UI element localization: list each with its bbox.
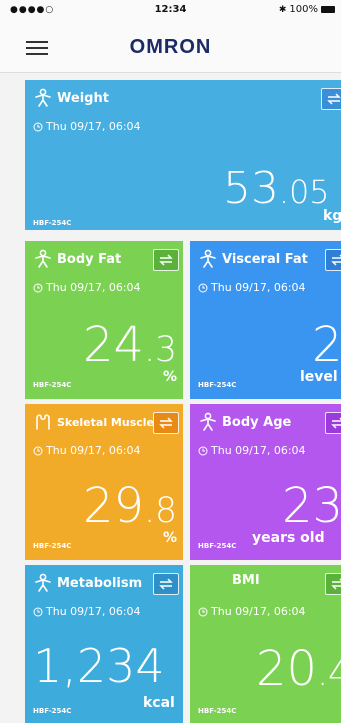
device-model: HBF-254C [198, 707, 237, 715]
brand-logo: OMRON [129, 36, 212, 58]
swap-button[interactable] [325, 249, 341, 271]
measurement-value: 24.3 [83, 321, 177, 369]
swap-arrows-icon [331, 578, 341, 590]
tile-title: Metabolism [57, 575, 143, 591]
swap-arrows-icon [159, 254, 173, 266]
bluetooth-icon: ✱ [278, 4, 287, 15]
body-age-tile[interactable]: Body Age Thu 09/17, 06:04 23 years old H… [190, 404, 341, 560]
device-model: HBF-254C [33, 707, 72, 715]
person-icon [35, 88, 51, 107]
measurement-value: 23 [282, 482, 341, 530]
swap-button[interactable] [325, 573, 341, 595]
tile-timestamp: Thu 09/17, 06:04 [211, 444, 306, 457]
weight-tile[interactable]: Weight Thu 09/17, 06:04 53.05 kg HBF-254… [25, 80, 341, 230]
clock-icon [33, 283, 43, 292]
swap-arrows-icon [327, 93, 341, 105]
tile-title: Skeletal Muscle [57, 415, 154, 429]
visceral-fat-tile[interactable]: Visceral Fat Thu 09/17, 06:04 2 level HB… [190, 241, 341, 399]
person-icon [200, 249, 216, 268]
device-model: HBF-254C [198, 542, 237, 550]
tile-timestamp: Thu 09/17, 06:04 [46, 120, 141, 133]
clock-icon [198, 283, 208, 292]
measurement-unit: level [300, 369, 338, 385]
tile-title: Body Age [222, 414, 292, 430]
device-model: HBF-254C [33, 381, 72, 389]
measurement-unit: kg [323, 208, 341, 224]
device-model: HBF-254C [33, 219, 72, 227]
value-integer: 24 [83, 317, 145, 373]
measurement-value: 29.8 [83, 482, 177, 530]
measurement-unit: % [163, 369, 178, 385]
measurement-unit: years old [252, 530, 325, 546]
value-decimal: .3 [144, 330, 178, 370]
nav-bar: OMRON [0, 20, 341, 73]
value-integer: 1,234 [33, 639, 165, 693]
device-model: HBF-254C [33, 542, 72, 550]
tile-title: Weight [57, 90, 109, 106]
person-icon [200, 412, 216, 431]
tile-title: Body Fat [57, 251, 122, 267]
clock-icon [33, 446, 43, 455]
tile-timestamp: Thu 09/17, 06:04 [211, 281, 306, 294]
bmi-tile[interactable]: BMI Thu 09/17, 06:04 20.4 HBF-254C [190, 565, 341, 723]
clock-icon [198, 607, 208, 616]
clock-icon [198, 446, 208, 455]
swap-button[interactable] [325, 412, 341, 434]
swap-button[interactable] [153, 249, 179, 271]
value-integer: 29 [83, 478, 145, 534]
value-integer: 20 [256, 641, 318, 697]
measurement-value: 1,234 [33, 643, 165, 689]
value-decimal: .8 [144, 491, 178, 531]
value-integer: 2 [312, 317, 341, 373]
swap-arrows-icon [159, 578, 173, 590]
person-icon [35, 573, 51, 592]
swap-arrows-icon [331, 417, 341, 429]
tile-timestamp: Thu 09/17, 06:04 [46, 281, 141, 294]
value-integer: 23 [282, 478, 341, 534]
muscle-icon [36, 414, 50, 430]
measurement-unit: kcal [143, 695, 175, 711]
swap-button[interactable] [153, 412, 179, 434]
status-bar: ●●●●○ 12:34 ✱ 100% [0, 0, 341, 20]
value-decimal: .4 [317, 654, 341, 694]
swap-button[interactable] [321, 88, 341, 110]
measurement-value: 53.05 [223, 167, 329, 211]
metabolism-tile[interactable]: Metabolism Thu 09/17, 06:04 1,234 kcal H… [25, 565, 183, 723]
measurement-value: 2 [312, 321, 341, 369]
battery-icon [321, 6, 335, 13]
battery-indicator: ✱ 100% [279, 4, 335, 15]
battery-label: 100% [289, 4, 318, 15]
measurement-unit: % [163, 530, 178, 546]
skeletal-muscle-tile[interactable]: Skeletal Muscle Thu 09/17, 06:04 29.8 % … [25, 404, 183, 560]
tile-timestamp: Thu 09/17, 06:04 [46, 605, 141, 618]
device-model: HBF-254C [198, 381, 237, 389]
swap-arrows-icon [159, 417, 173, 429]
swap-button[interactable] [153, 573, 179, 595]
value-decimal: .05 [279, 175, 330, 211]
clock-icon [33, 122, 43, 131]
tile-timestamp: Thu 09/17, 06:04 [46, 444, 141, 457]
tile-title: Visceral Fat [222, 251, 308, 267]
measurement-value: 20.4 [256, 645, 341, 693]
value-integer: 53 [223, 163, 279, 214]
body-fat-tile[interactable]: Body Fat Thu 09/17, 06:04 24.3 % HBF-254… [25, 241, 183, 399]
person-icon [35, 249, 51, 268]
tile-title: BMI [232, 573, 260, 588]
tile-timestamp: Thu 09/17, 06:04 [211, 605, 306, 618]
clock-icon [33, 607, 43, 616]
swap-arrows-icon [331, 254, 341, 266]
